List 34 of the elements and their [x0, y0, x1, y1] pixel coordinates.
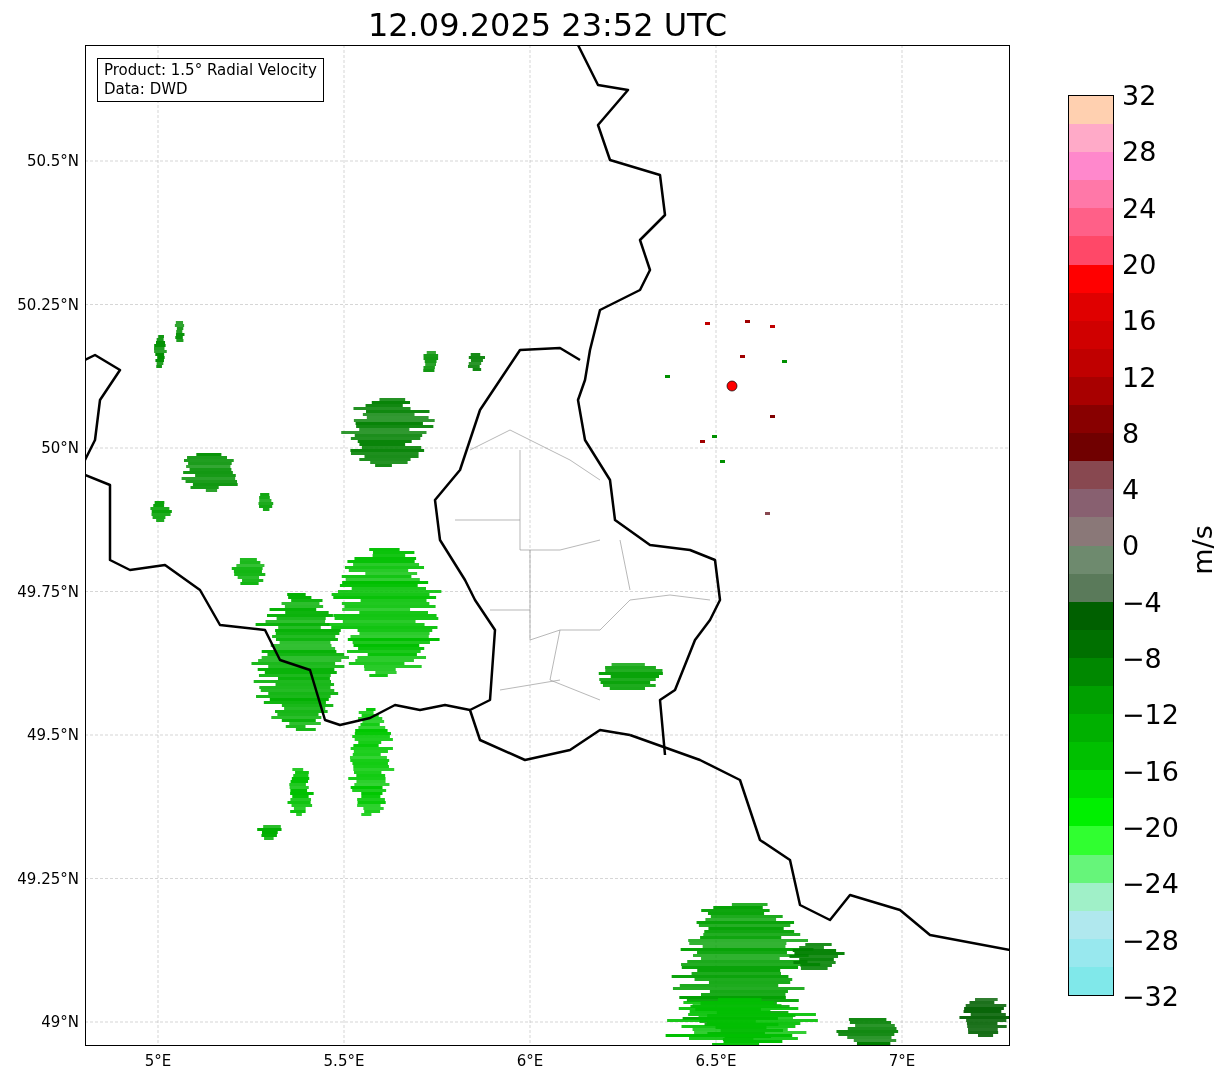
colorbar-tick-label: 16 [1122, 306, 1157, 337]
radar-site-marker [726, 380, 738, 392]
colorbar-tick-label: −32 [1122, 981, 1179, 1012]
colorbar-tick-label: −8 [1122, 644, 1162, 674]
longitude-label: 6.5°E [694, 1052, 738, 1070]
longitude-label: 5°E [143, 1052, 173, 1070]
colorbar-tick-label: 28 [1122, 137, 1157, 168]
colorbar-tick-label: 24 [1122, 193, 1157, 224]
latitude-label: 50°N [41, 439, 79, 457]
colorbar-tick-label: −20 [1122, 812, 1179, 843]
latitude-label: 50.25°N [17, 295, 79, 314]
colorbar-tick-label: −16 [1122, 756, 1179, 787]
longitude-label: 5.5°E [322, 1052, 366, 1070]
info-text: Product: 1.5° Radial Velocity [104, 61, 317, 80]
colorbar-tick-label: −12 [1122, 700, 1179, 731]
longitude-label: 7°E [887, 1052, 917, 1070]
colorbar-tick-label: 32 [1122, 81, 1157, 111]
colorbar-tick-label: 0 [1122, 531, 1140, 562]
colorbar-tick-label: −28 [1122, 925, 1179, 956]
colorbar-unit-label: m/s [1186, 524, 1219, 577]
colorbar-tick-label: 20 [1122, 249, 1157, 280]
latitude-label: 49.75°N [17, 582, 79, 601]
chart-title: 12.09.2025 23:52 UTC [366, 5, 729, 46]
latitude-label: 49.5°N [26, 726, 79, 744]
colorbar-tick-label: 8 [1122, 418, 1140, 449]
info-text: Data: DWD [104, 80, 189, 99]
latitude-label: 49.25°N [17, 869, 79, 888]
colorbar-tick-label: −4 [1122, 587, 1162, 618]
latitude-label: 49°N [41, 1013, 79, 1031]
colorbar-tick-label: 4 [1122, 475, 1140, 506]
colorbar-tick-label: −24 [1122, 869, 1179, 900]
latitude-label: 50.5°N [26, 152, 79, 170]
longitude-label: 6°E [515, 1052, 545, 1070]
colorbar-tick-label: 12 [1122, 362, 1157, 393]
